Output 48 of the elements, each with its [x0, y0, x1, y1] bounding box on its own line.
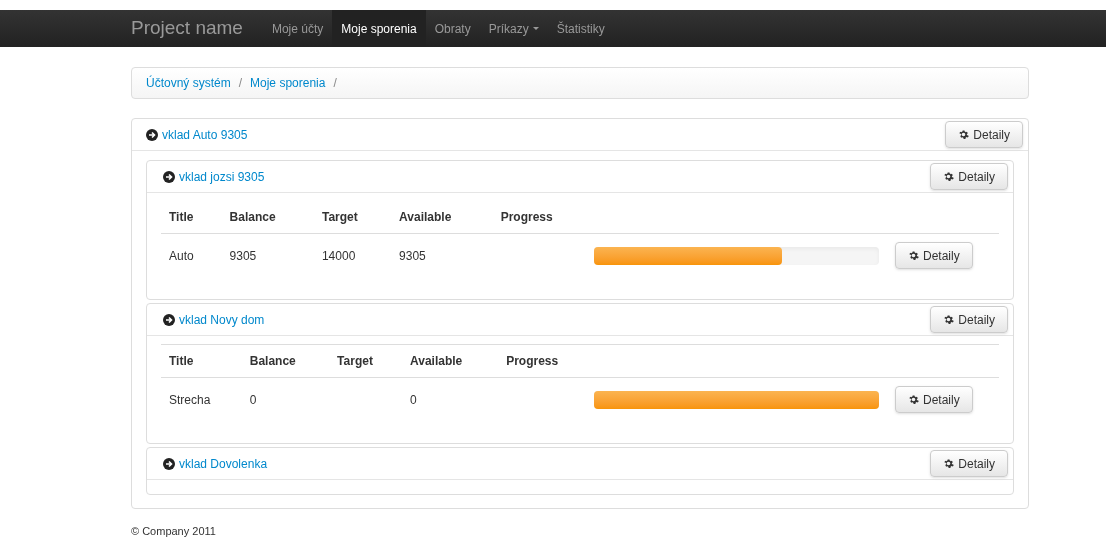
table-cell: Auto — [161, 233, 222, 277]
column-header: Progress — [498, 344, 594, 378]
nav-item[interactable]: Moje účty — [262, 10, 333, 47]
panel-title-link[interactable]: vklad jozsi 9305 — [163, 167, 265, 186]
arrow-circle-icon — [163, 457, 175, 470]
detail-button[interactable]: Detaily — [895, 386, 973, 413]
table-cell: 14000 — [313, 233, 392, 277]
column-header: Target — [329, 344, 403, 378]
brand[interactable]: Project name — [131, 14, 263, 43]
gear-icon — [943, 314, 955, 325]
column-header: Progress — [492, 201, 594, 234]
column-header: Title — [161, 201, 222, 234]
breadcrumb-separator: / — [332, 75, 338, 92]
table-cell: 0 — [402, 377, 499, 421]
table-cell: 0 — [241, 377, 330, 421]
table-cell: 9305 — [391, 233, 493, 277]
gear-icon — [908, 250, 919, 261]
panel-title-link[interactable]: vklad Dovolenka — [163, 454, 268, 473]
gear-icon — [958, 129, 970, 140]
column-header: Target — [313, 201, 392, 234]
detail-button[interactable]: Detaily — [930, 306, 1008, 333]
detail-button[interactable]: Detaily — [945, 121, 1023, 148]
nav-item[interactable]: Obraty — [425, 10, 480, 47]
detail-button[interactable]: Detaily — [930, 450, 1008, 477]
breadcrumb-link[interactable]: Moje sporenia — [250, 74, 326, 92]
arrow-circle-icon — [146, 128, 158, 141]
table-cell: Strecha — [161, 377, 242, 421]
column-header: Balance — [221, 201, 314, 234]
panel-title-link[interactable]: vklad Auto 9305 — [146, 125, 248, 144]
detail-button[interactable]: Detaily — [930, 163, 1008, 190]
column-header: Available — [402, 344, 499, 378]
panel-title-link[interactable]: vklad Novy dom — [163, 310, 265, 329]
arrow-circle-icon — [163, 170, 175, 183]
column-header: Available — [391, 201, 493, 234]
breadcrumb-separator: / — [237, 75, 244, 92]
gear-icon — [943, 458, 955, 469]
nav-item[interactable]: Príkazy — [479, 10, 548, 47]
caret-icon — [532, 27, 539, 30]
arrow-circle-icon — [163, 313, 175, 326]
column-header: Balance — [241, 344, 330, 378]
detail-button[interactable]: Detaily — [895, 242, 973, 269]
gear-icon — [943, 171, 955, 182]
table-cell: 9305 — [221, 233, 314, 277]
gear-icon — [908, 394, 919, 405]
footer-text: © Company 2011 — [131, 524, 217, 539]
nav-item[interactable]: Štatistiky — [547, 10, 614, 47]
column-header: Title — [161, 344, 242, 378]
breadcrumb-link[interactable]: Účtovný systém — [146, 74, 231, 92]
